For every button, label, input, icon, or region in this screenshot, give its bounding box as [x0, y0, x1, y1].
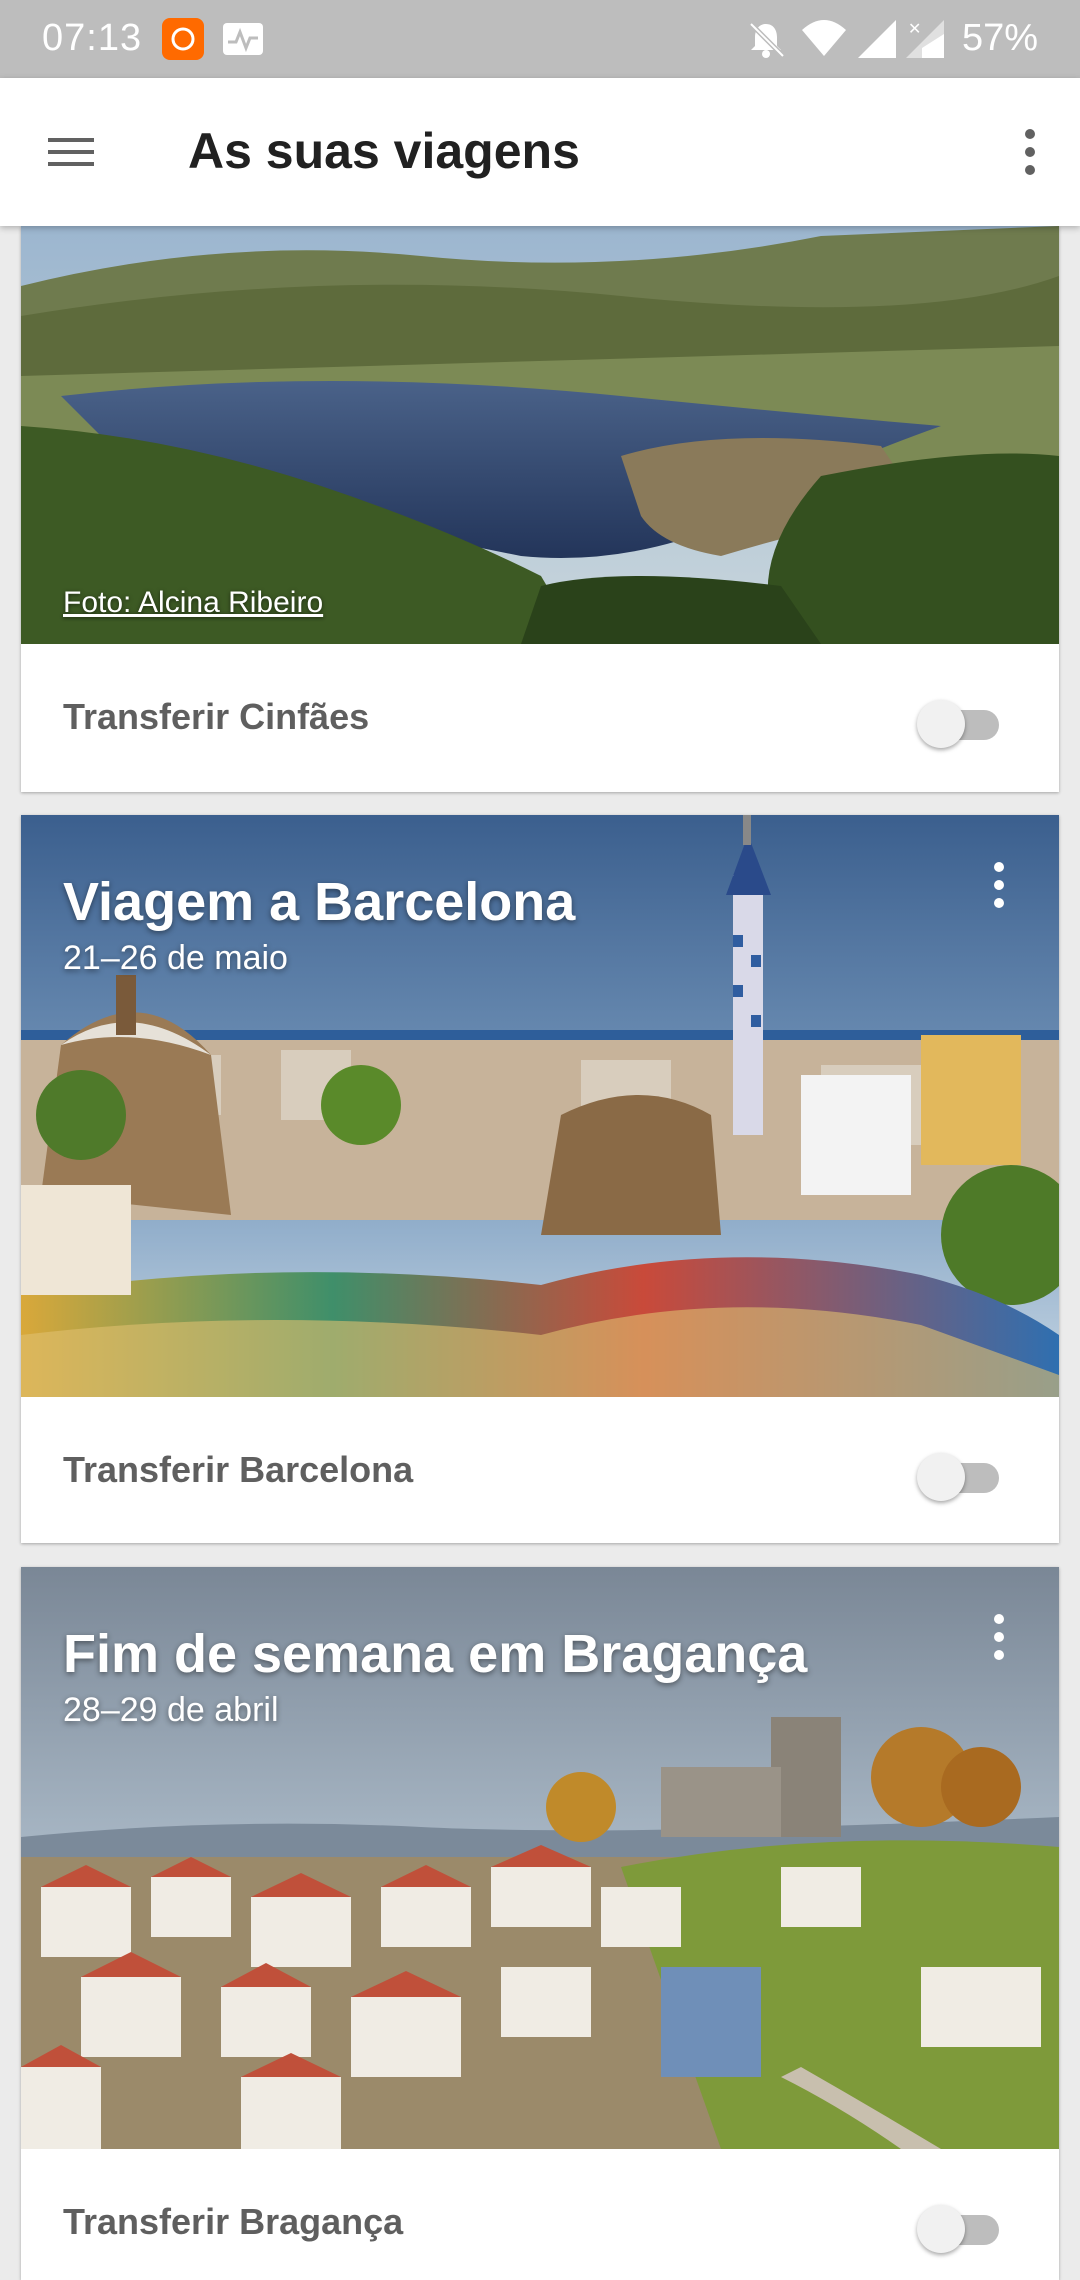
- photo-credit-link[interactable]: Foto: Alcina Ribeiro: [63, 586, 323, 620]
- toggle-thumb: [917, 2205, 965, 2253]
- download-label: Transferir Bragança: [63, 2201, 404, 2242]
- more-vert-icon[interactable]: [979, 1607, 1019, 1667]
- trip-card-cinfaes[interactable]: Foto: Alcina Ribeiro Transferir Cinfães: [21, 226, 1059, 792]
- trip-card-barcelona[interactable]: Viagem a Barcelona 21–26 de maio Transfe…: [21, 815, 1059, 1543]
- more-vert-icon[interactable]: [979, 855, 1019, 915]
- trip-title: Fim de semana em Bragança: [63, 1624, 808, 1684]
- status-time: 07:13: [42, 17, 143, 59]
- activity-icon: [223, 23, 263, 55]
- trip-dates: 28–29 de abril: [63, 1691, 279, 1729]
- download-toggle[interactable]: [917, 698, 1007, 748]
- bell-off-icon: [749, 22, 785, 58]
- trip-photo: Fim de semana em Bragança 28–29 de abril: [21, 1567, 1059, 2149]
- download-toggle[interactable]: [917, 2203, 1007, 2253]
- svg-text:✕: ✕: [908, 19, 921, 38]
- status-bar: 07:13 ✕ 57%: [0, 0, 1080, 78]
- signal-icon: [858, 20, 896, 58]
- trip-card-braganca[interactable]: Fim de semana em Bragança 28–29 de abril…: [21, 1567, 1059, 2280]
- signal-x-icon: ✕: [906, 19, 944, 58]
- battery-percent: 57%: [961, 17, 1038, 59]
- app-bar: As suas viagens: [0, 78, 1080, 226]
- page-title: As suas viagens: [188, 123, 580, 179]
- trip-dates: 21–26 de maio: [63, 939, 288, 977]
- toggle-thumb: [917, 700, 965, 748]
- trip-photo: Foto: Alcina Ribeiro: [21, 226, 1059, 644]
- trip-photo: Viagem a Barcelona 21–26 de maio: [21, 815, 1059, 1397]
- wifi-icon: [802, 20, 846, 56]
- download-row: Transferir Bragança: [21, 2149, 1059, 2280]
- trip-title: Viagem a Barcelona: [63, 872, 576, 932]
- hamburger-menu-icon[interactable]: [40, 124, 100, 180]
- more-vert-icon[interactable]: [1000, 122, 1060, 182]
- mi-app-icon: [162, 18, 204, 60]
- toggle-thumb: [917, 1453, 965, 1501]
- download-row: Transferir Cinfães: [21, 644, 1059, 792]
- download-label: Transferir Barcelona: [63, 1449, 414, 1490]
- download-label: Transferir Cinfães: [63, 696, 370, 737]
- download-toggle[interactable]: [917, 1451, 1007, 1501]
- download-row: Transferir Barcelona: [21, 1397, 1059, 1543]
